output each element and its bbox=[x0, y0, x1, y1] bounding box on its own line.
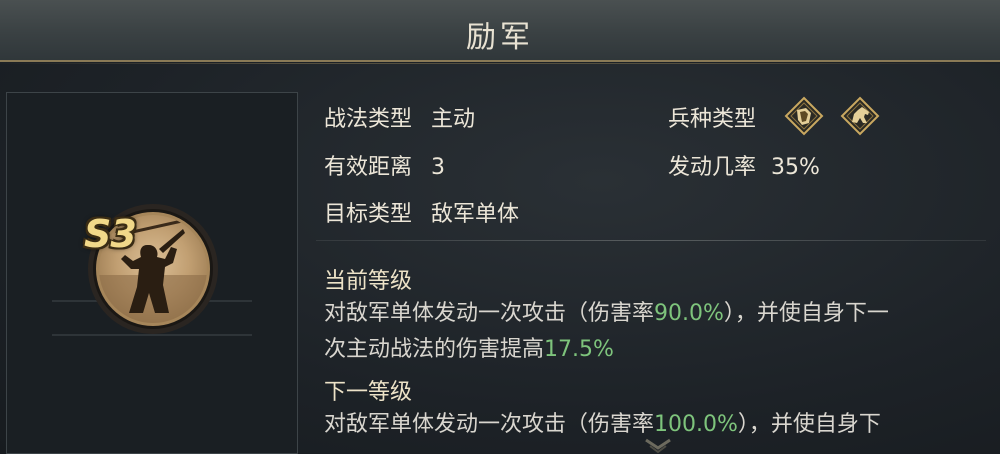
target-value: 敌军单体 bbox=[431, 202, 520, 227]
current-level-text-a: 对敌军单体发动一次攻击（伤害率 bbox=[324, 301, 655, 326]
skill-title: 励军 bbox=[466, 20, 534, 55]
current-level-heading: 当前等级 bbox=[324, 269, 413, 294]
trigger-rate-row: 发动几率 35% bbox=[668, 149, 820, 181]
range-value: 3 bbox=[431, 155, 446, 180]
next-level-heading: 下一等级 bbox=[324, 380, 413, 405]
current-level-line-2: 次主动战法的伤害提高17.5% bbox=[324, 332, 984, 368]
cavalry-unit-icon[interactable] bbox=[840, 96, 880, 136]
title-bar: 励军 bbox=[0, 0, 1000, 64]
next-damage-rate: 100.0% bbox=[654, 412, 738, 437]
range-label: 有效距离 bbox=[324, 155, 413, 180]
next-level-text-b: ），并使自身下 bbox=[737, 412, 881, 437]
unit-type-label: 兵种类型 bbox=[668, 107, 757, 132]
current-level-text-c: 次主动战法的伤害提高 bbox=[324, 337, 545, 362]
current-damage-rate: 90.0% bbox=[654, 301, 724, 326]
current-damage-boost: 17.5% bbox=[544, 337, 614, 362]
current-level-text-b: ），并使自身下一 bbox=[723, 301, 889, 326]
current-level-description: 对敌军单体发动一次攻击（伤害率90.0%），并使自身下一 次主动战法的伤害提高1… bbox=[324, 296, 984, 368]
trigger-rate-label: 发动几率 bbox=[668, 155, 757, 180]
range-row: 有效距离 3 bbox=[324, 149, 445, 181]
trigger-rate-value: 35% bbox=[771, 155, 820, 180]
chevron-down-icon[interactable] bbox=[640, 436, 676, 454]
target-label: 目标类型 bbox=[324, 202, 413, 227]
next-level-text-a: 对敌军单体发动一次攻击（伤害率 bbox=[324, 412, 655, 437]
current-level-line-1: 对敌军单体发动一次攻击（伤害率90.0%），并使自身下一 bbox=[324, 296, 984, 332]
section-divider bbox=[316, 240, 986, 241]
unit-type-row: 兵种类型 bbox=[668, 101, 756, 133]
skill-grade-badge: S3 bbox=[84, 212, 137, 256]
tactic-type-label: 战法类型 bbox=[324, 107, 413, 132]
tactic-type-value: 主动 bbox=[431, 107, 476, 132]
shield-unit-icon[interactable] bbox=[784, 96, 824, 136]
tactic-type-row: 战法类型 主动 bbox=[324, 101, 475, 133]
target-row: 目标类型 敌军单体 bbox=[324, 196, 519, 228]
